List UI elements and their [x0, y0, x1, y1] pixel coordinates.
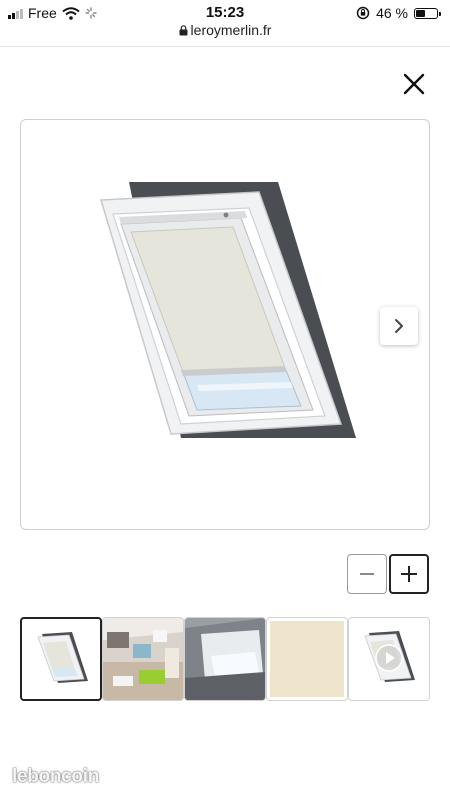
battery-icon: [414, 7, 441, 19]
minus-icon: [360, 573, 374, 575]
blind-thumbnail-image: [37, 632, 88, 683]
window-photo-image: [185, 618, 265, 700]
leboncoin-watermark: leboncoin: [12, 766, 100, 787]
thumb-color-swatch[interactable]: [266, 617, 348, 701]
close-button[interactable]: [400, 70, 428, 98]
next-image-button[interactable]: [380, 307, 418, 345]
zoom-controls: [347, 554, 429, 594]
url-bar[interactable]: leroymerlin.fr: [0, 22, 450, 42]
rotation-lock-icon: [356, 6, 370, 20]
lock-icon: [179, 25, 188, 36]
color-swatch: [270, 621, 344, 697]
thumb-room-interior[interactable]: [102, 617, 184, 701]
thumbnail-strip: [20, 617, 431, 702]
plus-icon: [401, 566, 417, 582]
thumb-window-closeup[interactable]: [184, 617, 266, 701]
header-divider: [0, 46, 450, 47]
status-right: 46 %: [356, 5, 441, 21]
zoom-in-button[interactable]: [389, 554, 429, 594]
play-icon: [375, 644, 403, 672]
url-text: leroymerlin.fr: [190, 22, 272, 38]
battery-percent: 46 %: [376, 5, 408, 21]
chevron-right-icon: [395, 319, 403, 333]
main-image-gallery[interactable]: [20, 119, 430, 530]
room-photo-image: [103, 618, 183, 700]
product-image: [100, 182, 356, 438]
thumb-video[interactable]: [348, 617, 430, 701]
zoom-out-button[interactable]: [347, 554, 387, 594]
close-icon: [403, 73, 425, 95]
thumb-blind-white[interactable]: [20, 617, 102, 701]
